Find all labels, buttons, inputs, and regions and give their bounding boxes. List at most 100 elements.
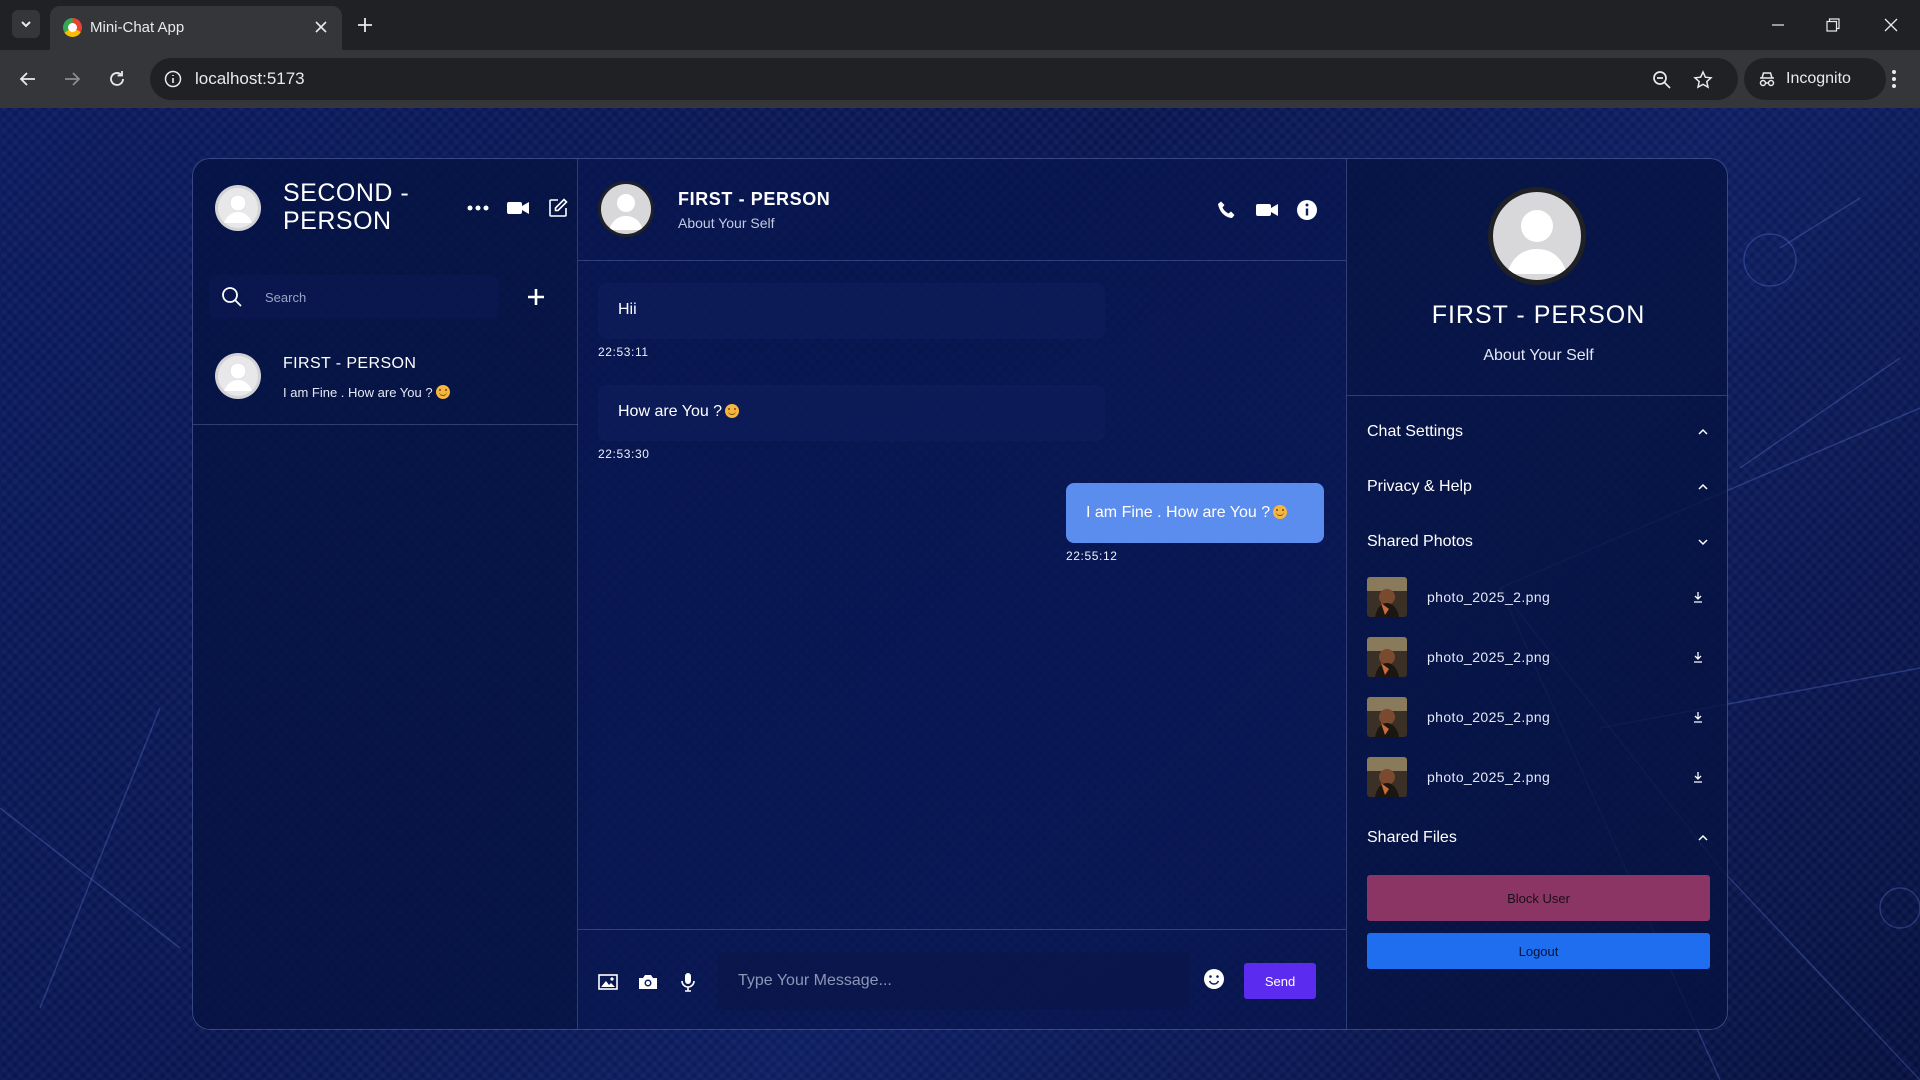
user-avatar-icon[interactable] [215,185,261,231]
zoom-icon[interactable] [1650,68,1674,92]
message-text: How are You ? [618,403,723,420]
plus-icon [358,18,372,32]
forward-button[interactable] [57,64,87,94]
message-composer: Send [578,929,1346,1029]
kebab-menu-icon [1892,70,1896,88]
browser-tab[interactable]: Mini-Chat App [50,6,342,50]
current-user-name: SECOND - PERSON [283,179,410,235]
page-viewport: SECOND - PERSON Search FIRST - PERSON I … [0,108,1920,1080]
browser-menu-button[interactable] [1882,64,1906,94]
close-icon [315,21,327,33]
camera-button[interactable] [636,970,660,994]
photo-thumbnail [1367,577,1407,617]
details-avatar [1488,187,1586,285]
minimize-button[interactable] [1758,10,1798,40]
chat-app-container: SECOND - PERSON Search FIRST - PERSON I … [192,158,1728,1030]
shared-photo-item[interactable]: photo_2025_2.png [1367,577,1712,619]
chat-partner-status: About Your Self [678,215,775,231]
photo-thumbnail [1367,697,1407,737]
reload-button[interactable] [102,64,132,94]
shared-photo-item[interactable]: photo_2025_2.png [1367,697,1712,739]
site-info-icon[interactable] [162,68,184,90]
message-text: I am Fine . How are You ? [1086,504,1271,521]
divider [1347,395,1727,396]
url-text: localhost:5173 [195,69,305,88]
incognito-icon [1759,72,1775,87]
shared-photo-item[interactable]: photo_2025_2.png [1367,757,1712,799]
smiling-emoji-icon [435,385,450,399]
tab-close-button[interactable] [310,16,332,38]
avatar-icon [601,184,651,234]
bookmark-star-icon[interactable] [1691,68,1715,92]
image-icon [598,974,618,990]
chat-panel: FIRST - PERSON About Your Self Hii 22:53… [578,159,1346,1029]
outgoing-message-bubble: I am Fine . How are You ? [1066,483,1324,543]
emoji-picker-button[interactable] [1202,967,1226,991]
chevron-down-icon [1694,533,1712,551]
message-text: Hii [618,301,637,318]
restore-icon [1826,18,1840,32]
download-icon[interactable] [1690,769,1706,785]
voice-message-button[interactable] [676,970,700,994]
browser-toolbar: localhost:5173 Incognito [0,50,1920,108]
section-label: Chat Settings [1367,423,1464,440]
chrome-favicon-icon [63,18,82,37]
chat-info-button[interactable] [1294,197,1320,223]
details-status: About Your Self [1483,347,1594,364]
search-input[interactable] [265,285,485,309]
microphone-icon [681,973,695,992]
smiley-icon [1204,969,1224,989]
logout-button[interactable]: Logout [1367,933,1710,969]
shared-photo-item[interactable]: photo_2025_2.png [1367,637,1712,679]
download-icon[interactable] [1690,709,1706,725]
block-user-button[interactable]: Block User [1367,875,1710,921]
details-name: FIRST - PERSON [1431,301,1646,329]
section-label: Shared Files [1367,829,1457,846]
photo-filename: photo_2025_2.png [1427,589,1551,605]
download-icon[interactable] [1690,589,1706,605]
download-icon[interactable] [1690,649,1706,665]
edit-icon [549,198,568,217]
new-chat-button[interactable] [545,195,571,221]
shared-photos-section[interactable]: Shared Photos [1367,525,1712,561]
arrow-left-icon [19,72,35,86]
conversations-sidebar: SECOND - PERSON Search FIRST - PERSON I … [193,159,578,1029]
chat-settings-section[interactable]: Chat Settings [1367,415,1712,451]
more-horizontal-icon [467,205,489,211]
new-tab-button[interactable] [352,12,378,38]
contact-name: FIRST - PERSON [283,355,417,372]
chat-partner-name: FIRST - PERSON [678,189,831,209]
message-input[interactable] [718,952,1190,1010]
chevron-up-icon [1694,423,1712,441]
address-bar[interactable]: localhost:5173 [150,58,1738,100]
incognito-indicator[interactable]: Incognito [1744,58,1886,100]
section-label: Shared Photos [1367,533,1473,550]
photo-thumbnail [1367,757,1407,797]
tab-search-button[interactable] [12,10,40,38]
chevron-up-icon [1694,829,1712,847]
voice-call-button[interactable] [1214,197,1240,223]
back-button[interactable] [13,64,43,94]
contact-list-item[interactable]: FIRST - PERSON I am Fine . How are You ? [193,339,578,425]
chat-partner-avatar[interactable] [598,181,654,237]
add-contact-button[interactable] [522,283,550,311]
window-close-button[interactable] [1871,10,1911,40]
photo-filename: photo_2025_2.png [1427,649,1551,665]
restore-button[interactable] [1813,10,1853,40]
search-icon [222,287,242,307]
video-camera-icon [1256,204,1278,216]
message-timestamp: 22:53:30 [598,447,650,461]
chat-video-call-button[interactable] [1254,197,1280,223]
more-options-button[interactable] [465,195,491,221]
privacy-help-section[interactable]: Privacy & Help [1367,470,1712,506]
arrow-right-icon [65,72,81,86]
contact-details-panel: FIRST - PERSON About Your Self Chat Sett… [1346,159,1727,1029]
minimize-icon [1772,24,1784,26]
send-button[interactable]: Send [1244,963,1316,999]
shared-files-section[interactable]: Shared Files [1367,821,1712,857]
contact-last-message: I am Fine . How are You ? [283,385,450,400]
video-call-button[interactable] [505,195,531,221]
message-timestamp: 22:53:11 [598,345,649,359]
attach-image-button[interactable] [596,970,620,994]
chevron-up-icon [1694,478,1712,496]
